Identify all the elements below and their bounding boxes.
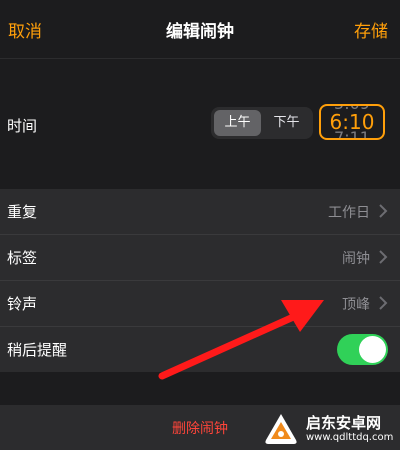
am-pm-segmented-control: 上午 下午 xyxy=(211,107,313,139)
watermark-logo-icon xyxy=(265,414,297,444)
toggle-knob xyxy=(359,336,386,363)
pm-segment[interactable]: 下午 xyxy=(263,110,310,136)
chevron-right-icon xyxy=(379,250,388,264)
snooze-toggle[interactable] xyxy=(337,334,388,365)
ringtone-value: 顶峰 xyxy=(342,297,370,313)
chevron-right-icon xyxy=(379,296,388,310)
repeat-row[interactable]: 重复 工作日 xyxy=(0,189,400,235)
snooze-row: 稍后提醒 xyxy=(0,327,400,372)
am-segment[interactable]: 上午 xyxy=(214,110,261,136)
time-section: 时间 上午 下午 5:09 6:10 7:11 xyxy=(0,59,400,189)
repeat-label: 重复 xyxy=(7,203,38,221)
label-value: 闹钟 xyxy=(342,251,370,267)
save-button[interactable]: 存储 xyxy=(354,17,388,42)
ringtone-label: 铃声 xyxy=(7,295,38,313)
snooze-label: 稍后提醒 xyxy=(7,341,68,359)
repeat-value: 工作日 xyxy=(328,205,370,221)
watermark-url: www.qdlttdq.com xyxy=(306,432,394,443)
watermark: 启东安卓网 www.qdlttdq.com xyxy=(262,408,400,450)
settings-list: 重复 工作日 标签 闹钟 铃声 顶峰 稍后提醒 xyxy=(0,189,400,372)
time-wheel-picker[interactable]: 5:09 6:10 7:11 xyxy=(319,104,385,140)
chevron-right-icon xyxy=(379,204,388,218)
cancel-button[interactable]: 取消 xyxy=(8,17,42,42)
ringtone-row[interactable]: 铃声 顶峰 xyxy=(0,281,400,327)
time-wheel-next: 7:11 xyxy=(334,128,370,140)
time-label: 时间 xyxy=(7,117,38,135)
page-title: 编辑闹钟 xyxy=(166,22,234,42)
label-label: 标签 xyxy=(7,249,38,267)
watermark-name: 启东安卓网 xyxy=(306,414,382,432)
label-row[interactable]: 标签 闹钟 xyxy=(0,235,400,281)
nav-bar: 取消 编辑闹钟 存储 xyxy=(0,0,400,59)
